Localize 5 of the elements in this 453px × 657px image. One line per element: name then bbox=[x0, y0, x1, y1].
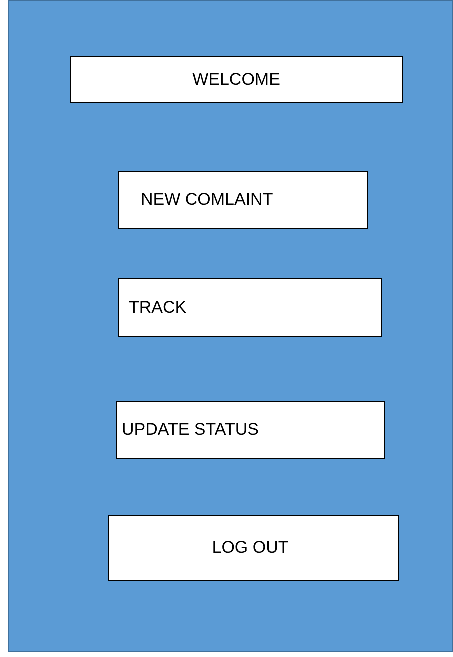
menu-button[interactable]: UPDATE STATUS bbox=[116, 401, 385, 459]
menu-button[interactable]: LOG OUT bbox=[108, 515, 399, 581]
menu-button[interactable]: NEW COMLAINT bbox=[118, 171, 368, 229]
menu-button[interactable]: TRACK bbox=[118, 278, 382, 337]
welcome-title: WELCOME bbox=[70, 56, 403, 103]
